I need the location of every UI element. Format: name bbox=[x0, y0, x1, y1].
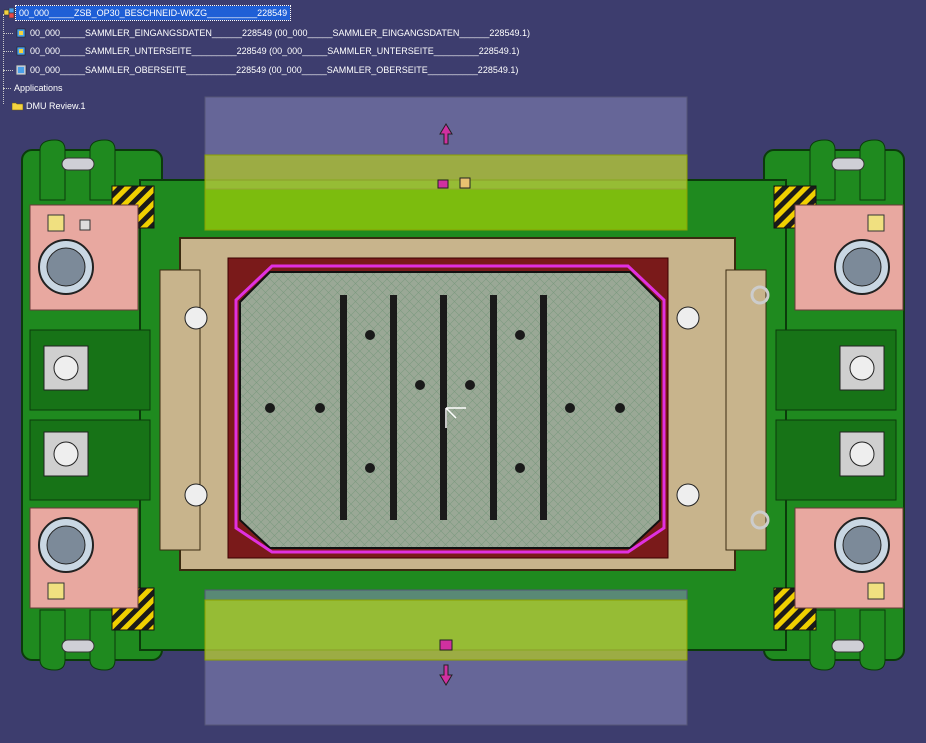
applications-label: Applications bbox=[14, 83, 63, 93]
yellow-overlay-bottom[interactable] bbox=[204, 599, 688, 661]
tree-connector bbox=[3, 33, 13, 35]
tree-item-label: 00_000_____SAMMLER_UNTERSEITE_________22… bbox=[30, 46, 520, 56]
component-icon bbox=[16, 28, 26, 38]
workpiece-part[interactable] bbox=[239, 271, 661, 549]
guide-pad-tr[interactable] bbox=[794, 204, 904, 311]
guide-pad-br[interactable] bbox=[794, 507, 904, 609]
specification-tree[interactable]: 00_000_____ZSB_OP30_BESCHNEID-WKZG______… bbox=[0, 0, 560, 120]
tree-item-label: 00_000_____SAMMLER_EINGANGSDATEN______22… bbox=[30, 28, 530, 38]
component-icon bbox=[16, 65, 27, 75]
yellow-overlay-top[interactable] bbox=[204, 154, 688, 231]
tree-root-label: 00_000_____ZSB_OP30_BESCHNEID-WKZG______… bbox=[14, 5, 292, 21]
tree-connector bbox=[3, 70, 13, 72]
component-icon bbox=[16, 46, 26, 56]
guide-pad-bl[interactable] bbox=[29, 507, 139, 609]
tree-connector bbox=[3, 51, 13, 53]
tree-item-label: 00_000_____SAMMLER_OBERSEITE__________22… bbox=[30, 65, 519, 75]
dmu-review-label: DMU Review.1 bbox=[26, 101, 86, 111]
guide-pad-tl[interactable] bbox=[29, 204, 139, 311]
tree-branch-line bbox=[3, 14, 5, 104]
folder-icon bbox=[12, 102, 23, 111]
assembly-icon bbox=[4, 8, 15, 18]
tree-connector bbox=[3, 88, 11, 90]
